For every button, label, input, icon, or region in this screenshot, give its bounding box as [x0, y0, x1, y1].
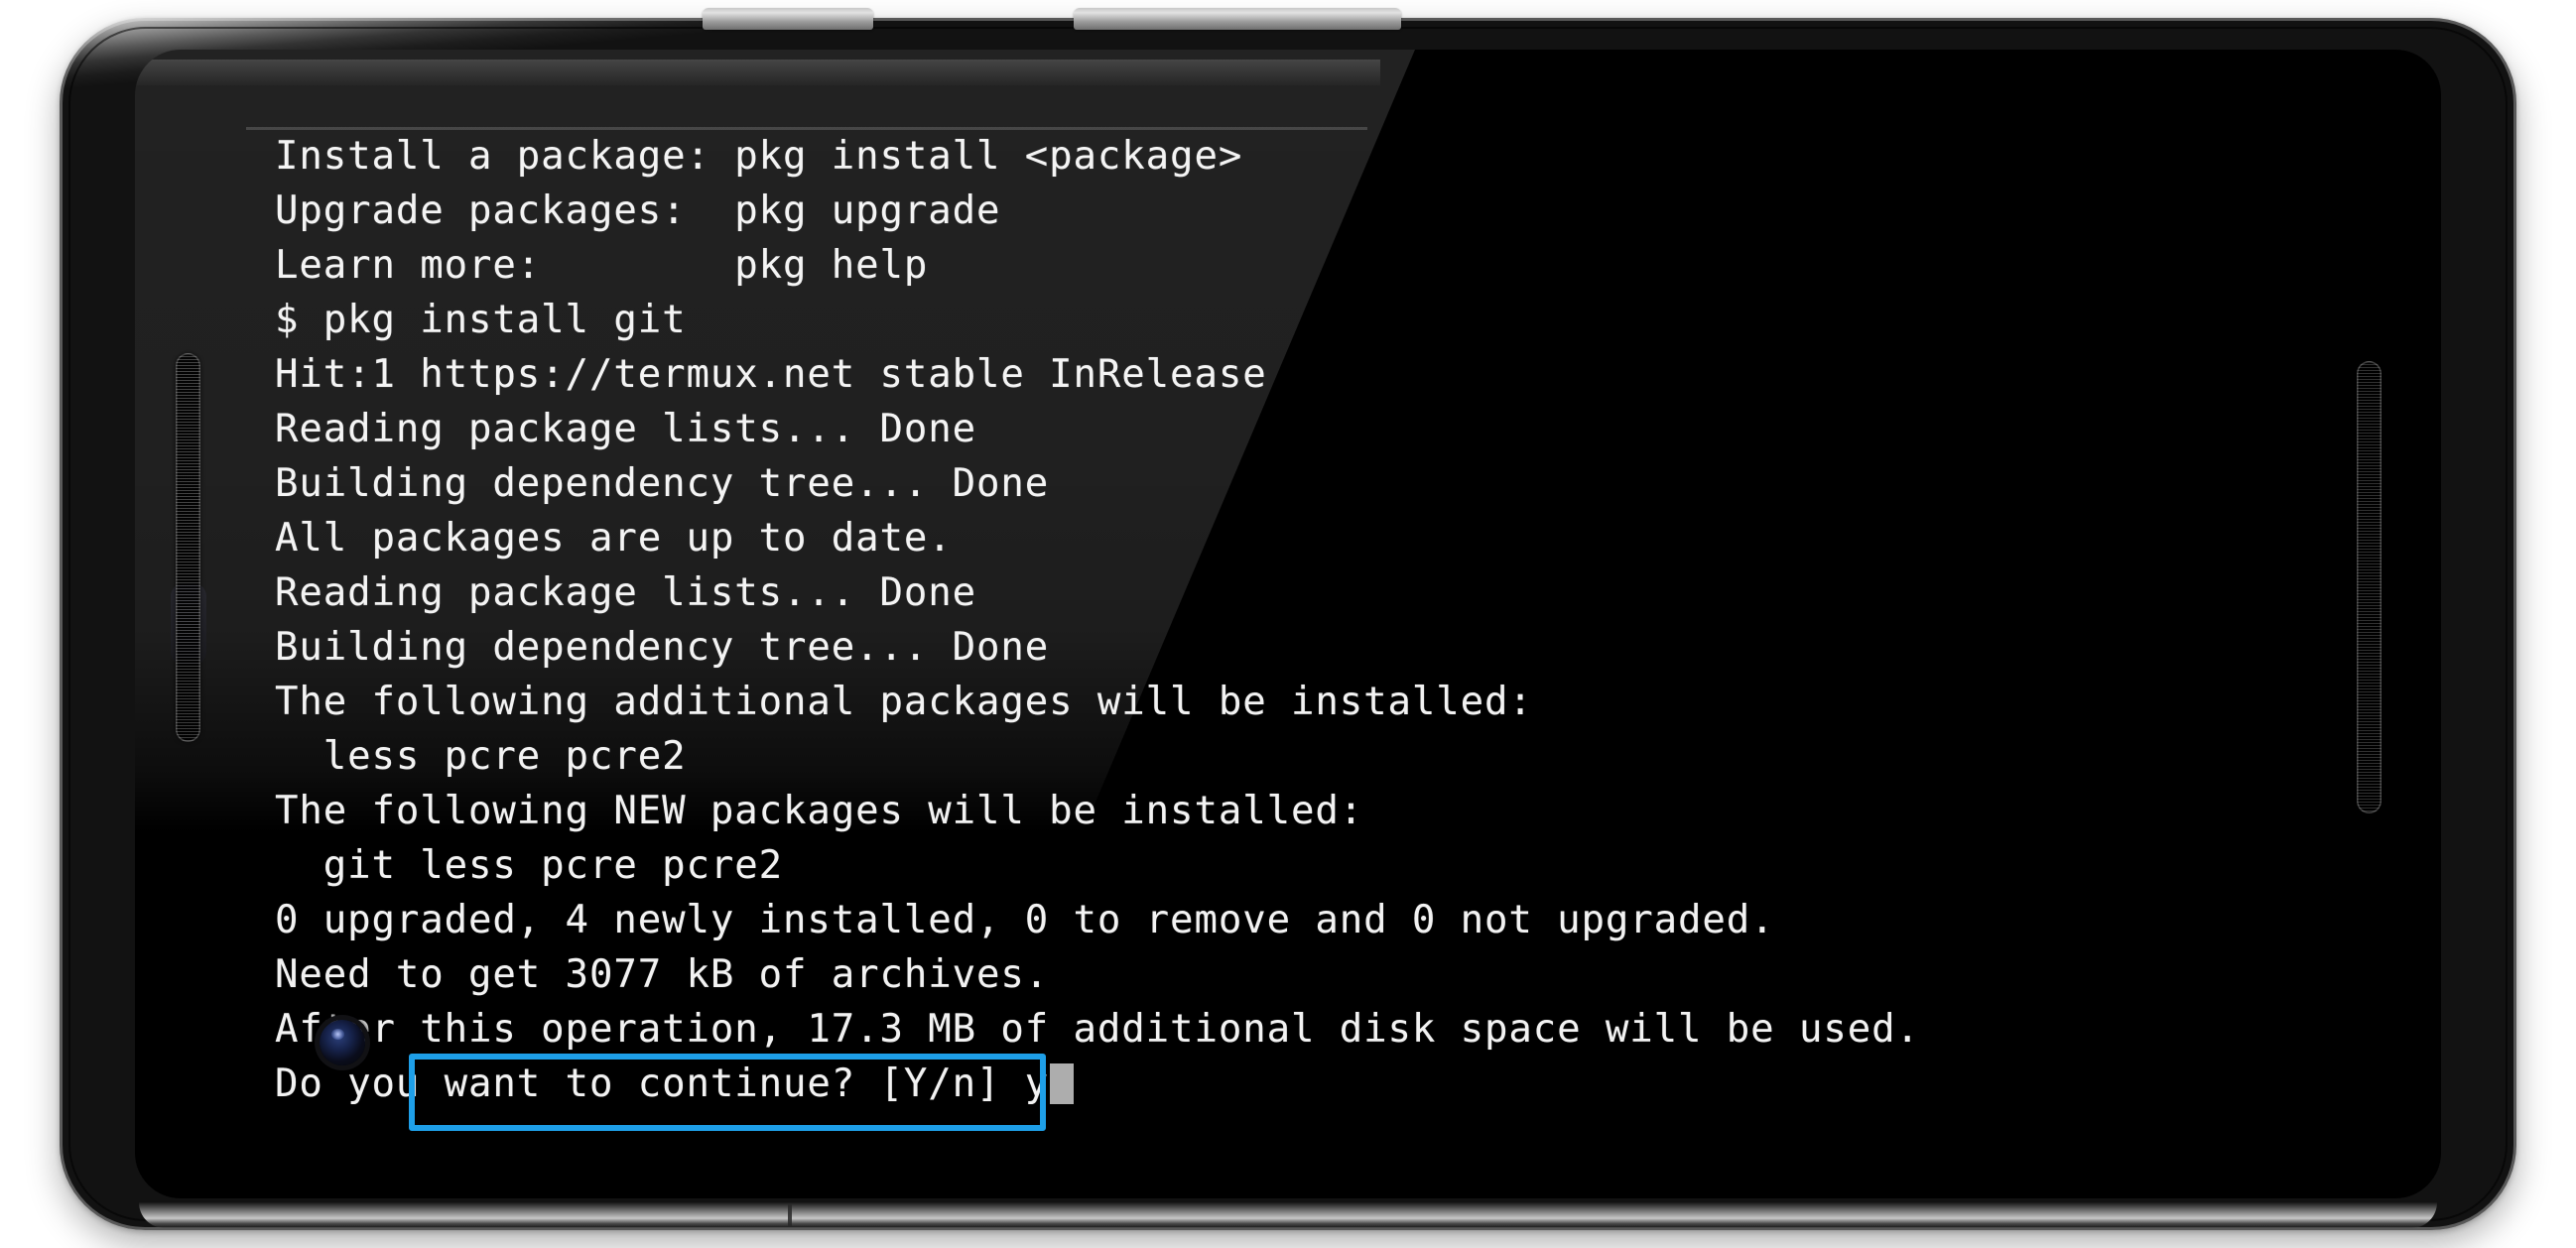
confirm-prompt-line[interactable]: Do you want to continue? [Y/n] y: [275, 1057, 2388, 1111]
terminal-line: less pcre pcre2: [275, 734, 687, 779]
terminal-line: Reading package lists... Done: [275, 570, 977, 615]
terminal-line: The following additional packages will b…: [275, 680, 1533, 724]
terminal-line: Upgrade packages: pkg upgrade: [275, 188, 1001, 233]
screenshot-stage: Install a package: pkg install <package>…: [0, 0, 2576, 1248]
terminal-line: The following NEW packages will be insta…: [275, 789, 1364, 833]
phone-bottom-edge: [139, 1202, 2437, 1228]
terminal-line: Install a package: pkg install <package>: [275, 134, 1243, 179]
right-speaker-grille: [2357, 361, 2382, 813]
text-cursor: [1050, 1063, 1075, 1104]
terminal-output: Install a package: pkg install <package>…: [275, 129, 2388, 1111]
terminal-line: All packages are up to date.: [275, 516, 953, 561]
terminal-line: Building dependency tree... Done: [275, 625, 1050, 670]
terminal-command-line: $ pkg install git: [275, 298, 687, 342]
front-camera-icon: [320, 1020, 365, 1065]
terminal-line: 0 upgraded, 4 newly installed, 0 to remo…: [275, 898, 1775, 942]
phone-device: Install a package: pkg install <package>…: [60, 8, 2516, 1230]
typed-answer: y: [1024, 1061, 1050, 1106]
confirm-prompt-text: Do you want to continue? [Y/n]: [275, 1061, 1025, 1106]
phone-screen[interactable]: Install a package: pkg install <package>…: [135, 50, 2441, 1198]
terminal-line: Hit:1 https://termux.net stable InReleas…: [275, 352, 1267, 397]
antenna-line: [788, 1204, 792, 1226]
power-button[interactable]: [1074, 8, 1401, 30]
terminal-line: Need to get 3077 kB of archives.: [275, 952, 1050, 997]
terminal-line: Reading package lists... Done: [275, 407, 977, 451]
left-speaker-grille: [176, 353, 200, 742]
terminal-line: Learn more: pkg help: [275, 243, 929, 288]
termux-terminal[interactable]: Install a package: pkg install <package>…: [135, 50, 2441, 1198]
terminal-line: Building dependency tree... Done: [275, 461, 1050, 506]
terminal-line: After this operation, 17.3 MB of additio…: [275, 1007, 1920, 1052]
volume-rocker-button[interactable]: [703, 8, 873, 30]
terminal-line: git less pcre pcre2: [275, 843, 783, 888]
camera-lens-glint: [331, 1029, 344, 1040]
